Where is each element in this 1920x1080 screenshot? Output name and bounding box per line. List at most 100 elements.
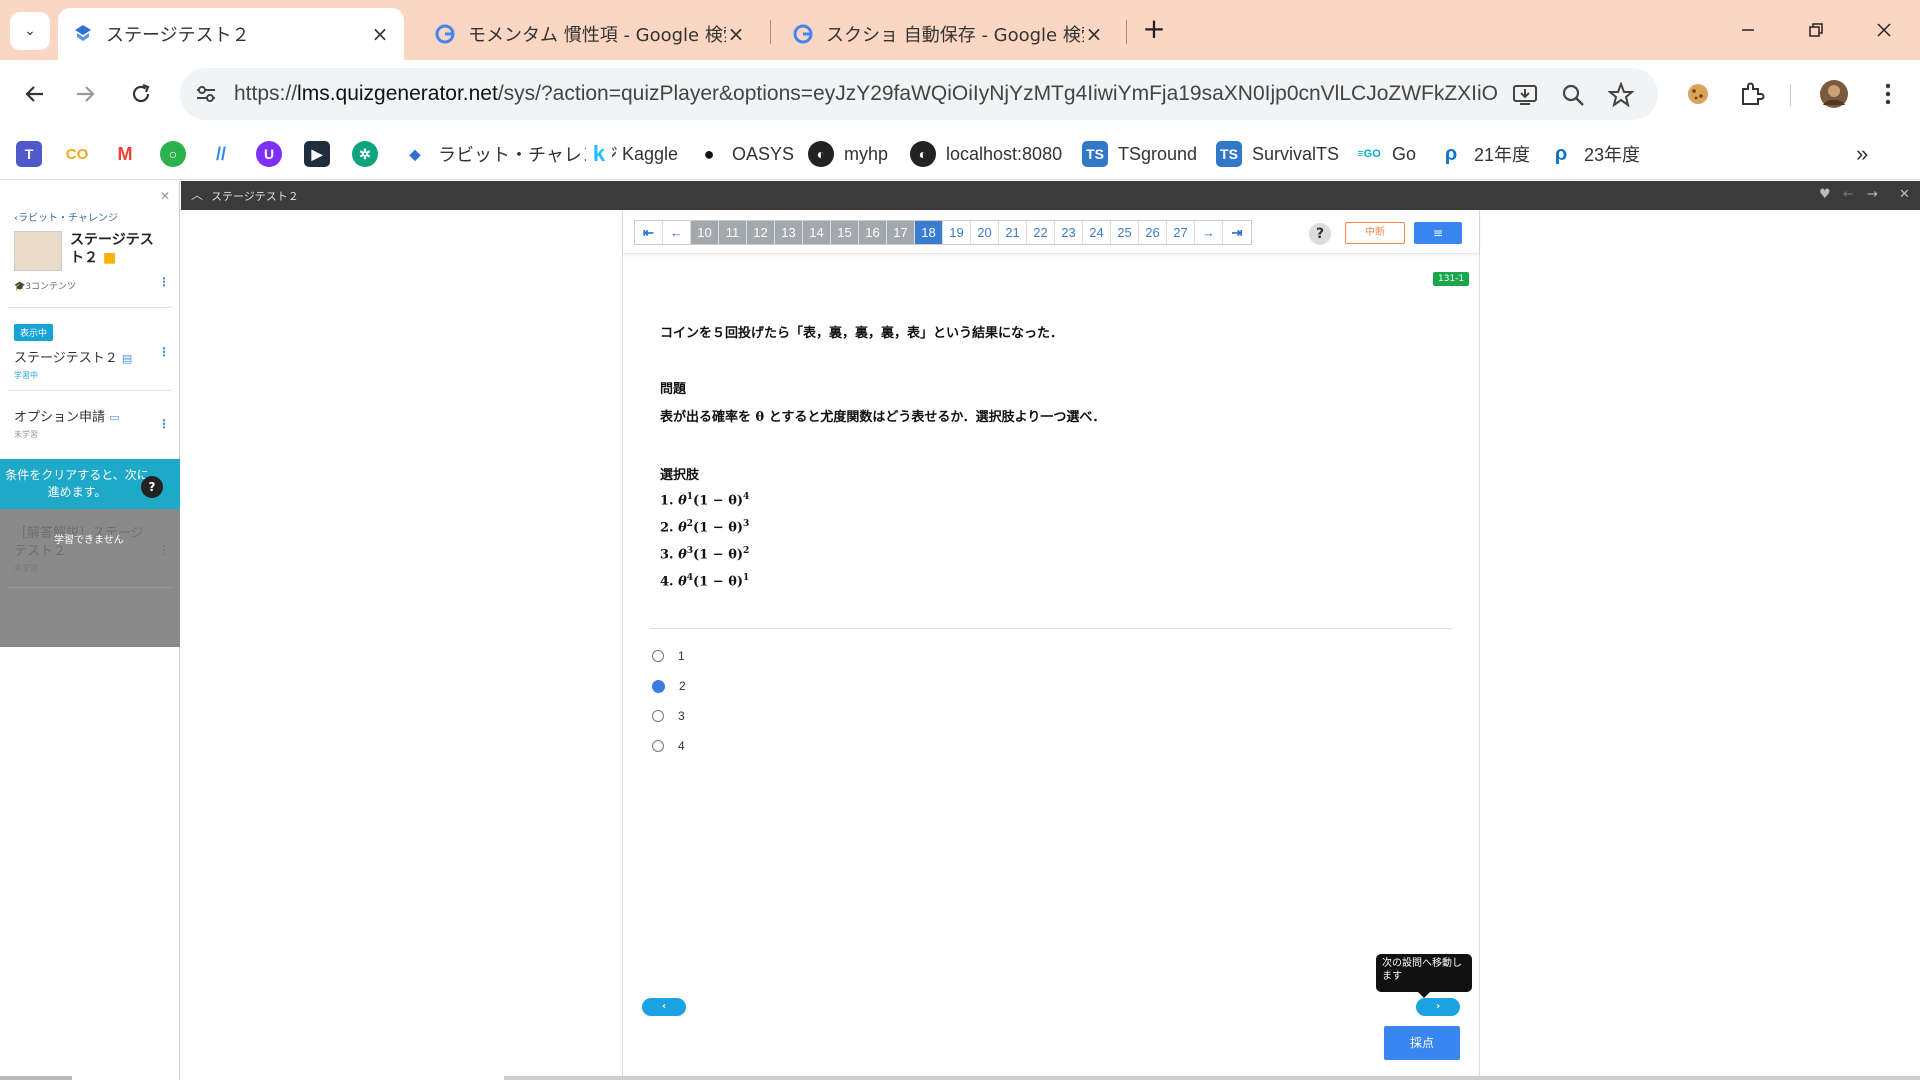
first-page-button[interactable]: ⇤ <box>635 221 663 244</box>
arrow-right-icon <box>77 86 95 102</box>
page-11-button[interactable]: 11 <box>719 221 747 244</box>
page-27-button[interactable]: 27 <box>1167 221 1195 244</box>
bookmark-kaggle[interactable]: k Kaggle <box>586 138 678 170</box>
theta-symbol: θ <box>678 547 687 563</box>
close-icon[interactable]: × <box>726 22 746 46</box>
close-icon[interactable]: ✕ <box>1899 187 1910 202</box>
help-icon[interactable]: ? <box>1309 223 1331 245</box>
page-14-button[interactable]: 14 <box>803 221 831 244</box>
last-page-button[interactable]: ⇥ <box>1223 221 1251 244</box>
gmail-icon: M <box>112 141 138 167</box>
tab-momentum-search[interactable]: モメンタム 慣性項 - Google 検索 × <box>420 8 760 60</box>
bookmark-gmail[interactable]: M <box>112 138 138 170</box>
bookmark-tsground[interactable]: TS TSground <box>1082 138 1197 170</box>
menu-button[interactable] <box>1872 78 1904 110</box>
more-vert-icon[interactable]: ⋮ <box>158 275 170 289</box>
bookmark-oasys[interactable]: ● OASYS <box>696 138 794 170</box>
answer-option-1[interactable]: 1 <box>651 647 685 665</box>
restore-button[interactable] <box>1800 14 1832 46</box>
install-app-icon[interactable] <box>1512 82 1538 108</box>
collapse-icon[interactable]: ︿ <box>191 186 203 203</box>
minimize-button[interactable] <box>1732 14 1764 46</box>
tab-stage-test[interactable]: ステージテスト２ × <box>58 8 404 60</box>
bookmark-21[interactable]: ρ 21年度 <box>1438 138 1530 170</box>
arrow-right-icon[interactable]: → <box>1867 187 1878 202</box>
grade-button[interactable]: 採点 <box>1384 1026 1460 1060</box>
bookmark-co[interactable]: CO <box>64 138 90 170</box>
sidebar-item-stage-test[interactable]: ステージテスト２ ▤ <box>14 347 132 366</box>
bookmark-label: 23年度 <box>1584 145 1641 165</box>
zoom-icon[interactable] <box>1560 82 1586 108</box>
bookmark-dark[interactable]: ▶ <box>304 138 330 170</box>
page-25-button[interactable]: 25 <box>1111 221 1139 244</box>
sidebar-item-option-request[interactable]: オプション申請 ▭ <box>14 406 120 425</box>
next-page-button[interactable]: → <box>1195 221 1223 244</box>
bookmark-blue-slash[interactable]: // <box>208 138 234 170</box>
course-sidebar: ✕ ‹ラビット・チャレンジ ステージテスト２ ■ 🎓3コンテンツ ⋮ 表示中 ス… <box>0 181 180 1080</box>
answer-option-4[interactable]: 4 <box>651 737 685 755</box>
close-icon[interactable]: × <box>370 22 390 46</box>
next-question-button[interactable]: › <box>1416 998 1460 1016</box>
u-app-icon: U <box>256 141 282 167</box>
page-16-button[interactable]: 16 <box>859 221 887 244</box>
page-12-button[interactable]: 12 <box>747 221 775 244</box>
page-17-button[interactable]: 17 <box>887 221 915 244</box>
page-26-button[interactable]: 26 <box>1139 221 1167 244</box>
more-vert-icon[interactable]: ⋮ <box>158 345 170 359</box>
tab-screenshot-search[interactable]: スクショ 自動保存 - Google 検索 × <box>778 8 1118 60</box>
page-22-button[interactable]: 22 <box>1027 221 1055 244</box>
heart-icon[interactable]: ♥ <box>1819 187 1831 202</box>
page-13-button[interactable]: 13 <box>775 221 803 244</box>
arrow-left-icon[interactable]: ← <box>1843 187 1854 202</box>
more-vert-icon[interactable]: ⋮ <box>158 417 170 431</box>
answer-label: 4 <box>678 739 685 753</box>
bookmark-myhp[interactable]: ◐ myhp <box>808 138 888 170</box>
tab-search-button[interactable]: ⌄ <box>10 12 50 50</box>
help-icon[interactable]: ? <box>141 476 163 498</box>
answer-option-2[interactable]: 2 <box>651 677 686 695</box>
new-tab-button[interactable]: + <box>1138 14 1170 46</box>
radio-button[interactable] <box>652 650 664 662</box>
extensions-button[interactable] <box>1736 78 1768 110</box>
prev-question-button[interactable]: ‹ <box>642 998 686 1016</box>
close-window-button[interactable] <box>1868 14 1900 46</box>
bookmark-star-icon[interactable] <box>1608 82 1634 108</box>
forward-button[interactable] <box>68 76 104 112</box>
page-10-button[interactable]: 10 <box>691 221 719 244</box>
question-list-button[interactable]: ≡ <box>1414 222 1462 244</box>
page-23-button[interactable]: 23 <box>1055 221 1083 244</box>
bookmark-label: OASYS <box>732 143 795 164</box>
close-icon[interactable]: × <box>1084 22 1104 46</box>
slash-app-icon: // <box>208 141 234 167</box>
bookmark-green[interactable]: ○ <box>160 138 186 170</box>
bookmark-purple[interactable]: U <box>256 138 282 170</box>
bookmark-go[interactable]: ≡GO Go <box>1356 138 1416 170</box>
page-15-button[interactable]: 15 <box>831 221 859 244</box>
back-to-course-link[interactable]: ‹ラビット・チャレンジ <box>14 209 118 224</box>
page-24-button[interactable]: 24 <box>1083 221 1111 244</box>
page-19-button[interactable]: 19 <box>943 221 971 244</box>
profile-avatar[interactable] <box>1818 78 1850 110</box>
page-20-button[interactable]: 20 <box>971 221 999 244</box>
page-21-button[interactable]: 21 <box>999 221 1027 244</box>
radio-button[interactable] <box>652 710 664 722</box>
pause-button[interactable]: 中断 <box>1345 222 1405 244</box>
answer-option-3[interactable]: 3 <box>651 707 685 725</box>
bookmark-localhost[interactable]: ◐ localhost:8080 <box>910 138 1062 170</box>
bookmark-23[interactable]: ρ 23年度 <box>1548 138 1640 170</box>
bookmarks-overflow-button[interactable]: » <box>1856 138 1868 170</box>
bookmark-chatgpt[interactable]: ✲ <box>352 138 378 170</box>
radio-button[interactable] <box>652 679 665 693</box>
radio-button[interactable] <box>652 740 664 752</box>
address-bar[interactable]: https://lms.quizgenerator.net/sys/?actio… <box>180 68 1658 120</box>
bookmark-survivalts[interactable]: TS SurvivalTS <box>1216 138 1339 170</box>
question-pager: ⇤ ← 10 11 12 13 14 15 16 17 18 19 20 21 22 23 24 25 26 27… <box>634 220 1252 245</box>
bookmark-teams[interactable]: T <box>16 138 42 170</box>
reload-button[interactable] <box>123 76 159 112</box>
prev-page-button[interactable]: ← <box>663 221 691 244</box>
page-18-button[interactable]: 18 <box>915 221 943 244</box>
cookie-extension-icon[interactable] <box>1682 78 1714 110</box>
url-host: lms.quizgenerator.net <box>297 82 498 105</box>
close-icon[interactable]: ✕ <box>160 189 170 203</box>
back-button[interactable] <box>16 76 52 112</box>
